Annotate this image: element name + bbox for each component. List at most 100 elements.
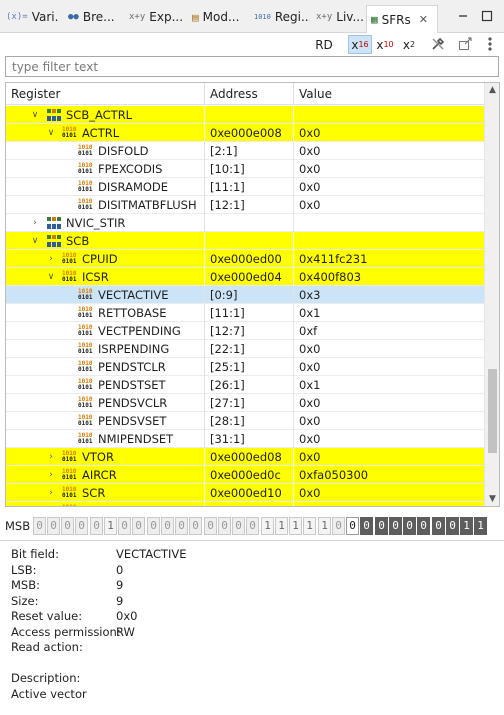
value-cell[interactable]: 0x0 [294,448,485,466]
settings-icon[interactable] [430,36,446,52]
value-cell[interactable]: 0x0 [294,160,485,178]
read-button[interactable]: RD [312,35,336,54]
chevron-right-icon[interactable]: › [46,484,56,502]
table-row[interactable]: › 1010 0101 SCR 0xe000ed10 0x0 [6,484,485,502]
bit-cell[interactable]: 0 [232,517,245,535]
chevron-down-icon[interactable]: ∨ [30,106,40,124]
table-row[interactable]: 1010 0101 VECTACTIVE [0:9] 0x3 [6,286,485,304]
table-row[interactable]: › 1010 0101 CPUID 0xe000ed00 0x411fc231 [6,250,485,268]
scrollbar-thumb[interactable] [488,369,497,453]
hex-format-button[interactable]: x 16 [348,35,372,54]
bit-cell[interactable]: 1 [261,517,274,535]
tab-variables[interactable]: (x)= Vari... [2,5,58,29]
column-register[interactable]: Register [6,83,205,105]
table-row[interactable]: ∨ 1010 0101 ICSR 0xe000ed04 0x400f803 [6,268,485,286]
tab-registers[interactable]: 1010 Regi... [250,5,310,29]
table-row[interactable]: 1010 0101 NMIPENDSET [31:1] 0x0 [6,430,485,448]
scroll-down-icon[interactable]: ▼ [485,492,499,506]
bit-cell[interactable]: 1 [460,517,473,535]
bit-cell[interactable]: 0 [375,517,388,535]
close-icon[interactable]: ✕ [419,13,428,26]
table-row[interactable]: 1010 0101 PENDSTCLR [25:1] 0x0 [6,358,485,376]
table-row[interactable]: › 1010 0101 AIRCR 0xe000ed0c 0xfa050300 [6,466,485,484]
bit-cell[interactable]: 0 [389,517,402,535]
value-cell[interactable]: 0x0 [294,484,485,502]
chevron-down-icon[interactable]: ∨ [46,268,56,286]
chevron-right-icon[interactable]: › [30,214,40,232]
bit-cell[interactable]: 0 [118,517,131,535]
bit-cell[interactable]: 0 [61,517,74,535]
bit-cell[interactable]: 1 [474,517,487,535]
table-row[interactable]: › 1010 0101 VTOR 0xe000ed08 0x0 [6,448,485,466]
table-row[interactable]: 1010 0101 VECTPENDING [12:7] 0xf [6,322,485,340]
bit-cell[interactable]: 1 [275,517,288,535]
table-row[interactable]: 1010 0101 PENDSVCLR [27:1] 0x0 [6,394,485,412]
value-cell[interactable]: 0x1 [294,376,485,394]
table-row[interactable]: › 10100101 CCR 0xe000ed140x10 [6,502,485,506]
bit-cell[interactable]: 0 [132,517,145,535]
table-row[interactable]: ∨ SCB_ACTRL [6,106,485,124]
value-cell[interactable]: 0x0 [294,178,485,196]
value-cell[interactable]: 0x0 [294,394,485,412]
chevron-right-icon[interactable]: › [46,466,56,484]
value-cell[interactable]: 0x10 [294,502,485,506]
pin-icon[interactable] [457,36,473,52]
bit-cell[interactable]: 0 [417,517,430,535]
bit-cell[interactable]: 0 [360,517,373,535]
tab-live-expressions[interactable]: x+y Liv... [312,5,364,29]
value-cell[interactable]: 0xf [294,322,485,340]
column-value[interactable]: Value [294,83,485,105]
view-menu-icon[interactable] [486,36,494,52]
bit-cell[interactable]: 0 [75,517,88,535]
chevron-right-icon[interactable]: › [46,502,56,506]
table-row[interactable]: 1010 0101 FPEXCODIS [10:1] 0x0 [6,160,485,178]
bit-cell[interactable]: 0 [47,517,60,535]
value-cell[interactable]: 0x0 [294,430,485,448]
chevron-right-icon[interactable]: › [46,250,56,268]
bit-cell[interactable]: 0 [204,517,217,535]
value-cell[interactable]: 0x1 [294,304,485,322]
maximize-icon[interactable] [480,9,494,23]
value-cell[interactable]: 0xfa050300 [294,466,485,484]
bit-cell[interactable]: 0 [175,517,188,535]
table-row[interactable]: 1010 0101 DISITMATBFLUSH [12:1] 0x0 [6,196,485,214]
decimal-format-button[interactable]: x 10 [374,35,396,54]
table-row[interactable]: 1010 0101 PENDSVSET [28:1] 0x0 [6,412,485,430]
value-cell[interactable] [294,232,485,250]
bit-cell[interactable]: 1 [303,517,316,535]
tab-expressions[interactable]: x+y Exp... [125,5,183,29]
bit-cell[interactable]: 0 [161,517,174,535]
value-cell[interactable]: 0x0 [294,340,485,358]
binary-format-button[interactable]: x2 [400,35,418,54]
value-cell[interactable]: 0x411fc231 [294,250,485,268]
scroll-up-icon[interactable]: ▲ [485,83,499,97]
chevron-down-icon[interactable]: ∨ [46,124,56,142]
tab-modules[interactable]: ▤ Mod... [188,5,248,29]
column-address[interactable]: Address [205,83,294,105]
table-row[interactable]: 1010 0101 RETTOBASE [11:1] 0x1 [6,304,485,322]
table-row[interactable]: ∨ SCB [6,232,485,250]
bit-cell[interactable]: 1 [104,517,117,535]
value-cell[interactable]: 0x0 [294,142,485,160]
value-cell[interactable]: 0x0 [294,358,485,376]
bit-cell[interactable]: 1 [318,517,331,535]
value-cell[interactable]: 0x0 [294,124,485,142]
tab-sfrs[interactable]: ▦ SFRs ✕ [366,5,438,33]
bit-cell[interactable]: 0 [403,517,416,535]
bit-cell[interactable]: 0 [446,517,459,535]
table-row[interactable]: 1010 0101 DISFOLD [2:1] 0x0 [6,142,485,160]
bit-cell[interactable]: 1 [289,517,302,535]
value-cell[interactable]: 0x3 [294,286,485,304]
value-cell[interactable]: 0x400f803 [294,268,485,286]
table-row[interactable]: 1010 0101 PENDSTSET [26:1] 0x1 [6,376,485,394]
bit-cell[interactable]: 0 [218,517,231,535]
bit-cell[interactable]: 0 [246,517,259,535]
chevron-down-icon[interactable]: ∨ [30,232,40,250]
bit-cell[interactable]: 0 [346,517,359,535]
bit-cell[interactable]: 0 [90,517,103,535]
table-row[interactable]: 1010 0101 DISRAMODE [11:1] 0x0 [6,178,485,196]
table-row[interactable]: › NVIC_STIR [6,214,485,232]
table-row[interactable]: ∨ 1010 0101 ACTRL 0xe000e008 0x0 [6,124,485,142]
vertical-scrollbar[interactable]: ▲ ▼ [484,83,499,506]
bit-cell[interactable]: 0 [332,517,345,535]
